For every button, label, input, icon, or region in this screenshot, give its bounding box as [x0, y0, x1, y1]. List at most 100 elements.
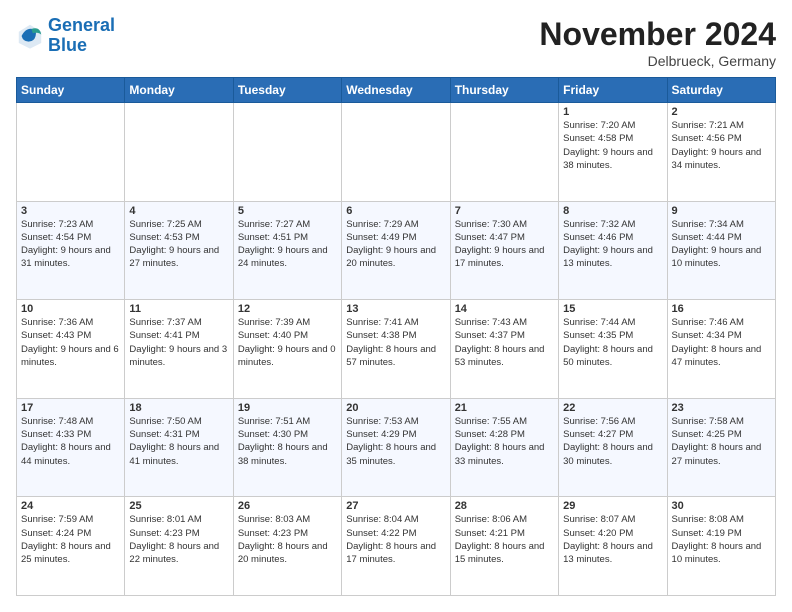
calendar-cell: 24Sunrise: 7:59 AM Sunset: 4:24 PM Dayli… — [17, 497, 125, 596]
day-number: 3 — [21, 205, 120, 217]
calendar-week-row: 1Sunrise: 7:20 AM Sunset: 4:58 PM Daylig… — [17, 103, 776, 202]
day-number: 9 — [672, 205, 771, 217]
month-title: November 2024 — [539, 16, 776, 53]
day-number: 28 — [455, 500, 554, 512]
day-number: 15 — [563, 303, 662, 315]
calendar-cell: 7Sunrise: 7:30 AM Sunset: 4:47 PM Daylig… — [450, 201, 558, 300]
weekday-header: Tuesday — [233, 78, 341, 103]
calendar-header-row: SundayMondayTuesdayWednesdayThursdayFrid… — [17, 78, 776, 103]
calendar-cell: 21Sunrise: 7:55 AM Sunset: 4:28 PM Dayli… — [450, 398, 558, 497]
location: Delbrueck, Germany — [539, 53, 776, 69]
calendar-week-row: 3Sunrise: 7:23 AM Sunset: 4:54 PM Daylig… — [17, 201, 776, 300]
day-number: 23 — [672, 402, 771, 414]
title-area: November 2024 Delbrueck, Germany — [539, 16, 776, 69]
day-info: Sunrise: 7:56 AM Sunset: 4:27 PM Dayligh… — [563, 415, 662, 468]
day-info: Sunrise: 7:39 AM Sunset: 4:40 PM Dayligh… — [238, 316, 337, 369]
calendar-cell: 25Sunrise: 8:01 AM Sunset: 4:23 PM Dayli… — [125, 497, 233, 596]
day-info: Sunrise: 7:50 AM Sunset: 4:31 PM Dayligh… — [129, 415, 228, 468]
day-info: Sunrise: 7:43 AM Sunset: 4:37 PM Dayligh… — [455, 316, 554, 369]
calendar-cell: 28Sunrise: 8:06 AM Sunset: 4:21 PM Dayli… — [450, 497, 558, 596]
day-number: 8 — [563, 205, 662, 217]
calendar-cell: 3Sunrise: 7:23 AM Sunset: 4:54 PM Daylig… — [17, 201, 125, 300]
calendar-cell: 17Sunrise: 7:48 AM Sunset: 4:33 PM Dayli… — [17, 398, 125, 497]
day-number: 22 — [563, 402, 662, 414]
day-info: Sunrise: 7:25 AM Sunset: 4:53 PM Dayligh… — [129, 218, 228, 271]
day-number: 4 — [129, 205, 228, 217]
calendar-cell: 16Sunrise: 7:46 AM Sunset: 4:34 PM Dayli… — [667, 300, 775, 399]
weekday-header: Saturday — [667, 78, 775, 103]
day-info: Sunrise: 8:07 AM Sunset: 4:20 PM Dayligh… — [563, 513, 662, 566]
weekday-header: Thursday — [450, 78, 558, 103]
day-number: 1 — [563, 106, 662, 118]
logo-text: General Blue — [48, 16, 115, 56]
day-info: Sunrise: 7:23 AM Sunset: 4:54 PM Dayligh… — [21, 218, 120, 271]
logo: General Blue — [16, 16, 115, 56]
calendar-cell: 9Sunrise: 7:34 AM Sunset: 4:44 PM Daylig… — [667, 201, 775, 300]
day-number: 29 — [563, 500, 662, 512]
day-number: 24 — [21, 500, 120, 512]
day-info: Sunrise: 7:44 AM Sunset: 4:35 PM Dayligh… — [563, 316, 662, 369]
calendar-week-row: 10Sunrise: 7:36 AM Sunset: 4:43 PM Dayli… — [17, 300, 776, 399]
weekday-header: Sunday — [17, 78, 125, 103]
calendar-cell: 1Sunrise: 7:20 AM Sunset: 4:58 PM Daylig… — [559, 103, 667, 202]
day-info: Sunrise: 7:29 AM Sunset: 4:49 PM Dayligh… — [346, 218, 445, 271]
calendar-cell: 4Sunrise: 7:25 AM Sunset: 4:53 PM Daylig… — [125, 201, 233, 300]
day-number: 13 — [346, 303, 445, 315]
day-number: 19 — [238, 402, 337, 414]
calendar-cell: 30Sunrise: 8:08 AM Sunset: 4:19 PM Dayli… — [667, 497, 775, 596]
calendar-cell: 18Sunrise: 7:50 AM Sunset: 4:31 PM Dayli… — [125, 398, 233, 497]
calendar-cell: 19Sunrise: 7:51 AM Sunset: 4:30 PM Dayli… — [233, 398, 341, 497]
day-info: Sunrise: 8:03 AM Sunset: 4:23 PM Dayligh… — [238, 513, 337, 566]
weekday-header: Monday — [125, 78, 233, 103]
calendar-cell: 23Sunrise: 7:58 AM Sunset: 4:25 PM Dayli… — [667, 398, 775, 497]
day-info: Sunrise: 7:46 AM Sunset: 4:34 PM Dayligh… — [672, 316, 771, 369]
calendar-cell: 14Sunrise: 7:43 AM Sunset: 4:37 PM Dayli… — [450, 300, 558, 399]
weekday-header: Wednesday — [342, 78, 450, 103]
calendar-cell: 22Sunrise: 7:56 AM Sunset: 4:27 PM Dayli… — [559, 398, 667, 497]
day-number: 12 — [238, 303, 337, 315]
day-number: 27 — [346, 500, 445, 512]
calendar-cell: 8Sunrise: 7:32 AM Sunset: 4:46 PM Daylig… — [559, 201, 667, 300]
calendar-cell — [342, 103, 450, 202]
day-number: 25 — [129, 500, 228, 512]
day-info: Sunrise: 7:53 AM Sunset: 4:29 PM Dayligh… — [346, 415, 445, 468]
calendar-cell: 26Sunrise: 8:03 AM Sunset: 4:23 PM Dayli… — [233, 497, 341, 596]
calendar-cell: 13Sunrise: 7:41 AM Sunset: 4:38 PM Dayli… — [342, 300, 450, 399]
calendar-cell: 12Sunrise: 7:39 AM Sunset: 4:40 PM Dayli… — [233, 300, 341, 399]
day-number: 7 — [455, 205, 554, 217]
calendar-cell: 20Sunrise: 7:53 AM Sunset: 4:29 PM Dayli… — [342, 398, 450, 497]
page: General Blue November 2024 Delbrueck, Ge… — [0, 0, 792, 612]
calendar-cell — [125, 103, 233, 202]
day-info: Sunrise: 7:58 AM Sunset: 4:25 PM Dayligh… — [672, 415, 771, 468]
day-number: 5 — [238, 205, 337, 217]
logo-icon — [16, 22, 44, 50]
day-info: Sunrise: 7:32 AM Sunset: 4:46 PM Dayligh… — [563, 218, 662, 271]
day-number: 14 — [455, 303, 554, 315]
day-number: 17 — [21, 402, 120, 414]
day-info: Sunrise: 7:59 AM Sunset: 4:24 PM Dayligh… — [21, 513, 120, 566]
calendar-week-row: 17Sunrise: 7:48 AM Sunset: 4:33 PM Dayli… — [17, 398, 776, 497]
calendar-cell — [233, 103, 341, 202]
calendar-cell: 29Sunrise: 8:07 AM Sunset: 4:20 PM Dayli… — [559, 497, 667, 596]
day-number: 26 — [238, 500, 337, 512]
calendar-cell: 15Sunrise: 7:44 AM Sunset: 4:35 PM Dayli… — [559, 300, 667, 399]
calendar-cell — [17, 103, 125, 202]
day-info: Sunrise: 7:21 AM Sunset: 4:56 PM Dayligh… — [672, 119, 771, 172]
calendar-cell: 5Sunrise: 7:27 AM Sunset: 4:51 PM Daylig… — [233, 201, 341, 300]
day-number: 11 — [129, 303, 228, 315]
day-info: Sunrise: 7:20 AM Sunset: 4:58 PM Dayligh… — [563, 119, 662, 172]
day-info: Sunrise: 8:04 AM Sunset: 4:22 PM Dayligh… — [346, 513, 445, 566]
day-info: Sunrise: 8:06 AM Sunset: 4:21 PM Dayligh… — [455, 513, 554, 566]
day-number: 10 — [21, 303, 120, 315]
calendar-cell: 11Sunrise: 7:37 AM Sunset: 4:41 PM Dayli… — [125, 300, 233, 399]
calendar-week-row: 24Sunrise: 7:59 AM Sunset: 4:24 PM Dayli… — [17, 497, 776, 596]
calendar-cell: 2Sunrise: 7:21 AM Sunset: 4:56 PM Daylig… — [667, 103, 775, 202]
day-number: 2 — [672, 106, 771, 118]
day-info: Sunrise: 7:51 AM Sunset: 4:30 PM Dayligh… — [238, 415, 337, 468]
day-info: Sunrise: 7:36 AM Sunset: 4:43 PM Dayligh… — [21, 316, 120, 369]
calendar-cell — [450, 103, 558, 202]
day-number: 20 — [346, 402, 445, 414]
day-number: 18 — [129, 402, 228, 414]
day-number: 16 — [672, 303, 771, 315]
calendar-cell: 27Sunrise: 8:04 AM Sunset: 4:22 PM Dayli… — [342, 497, 450, 596]
